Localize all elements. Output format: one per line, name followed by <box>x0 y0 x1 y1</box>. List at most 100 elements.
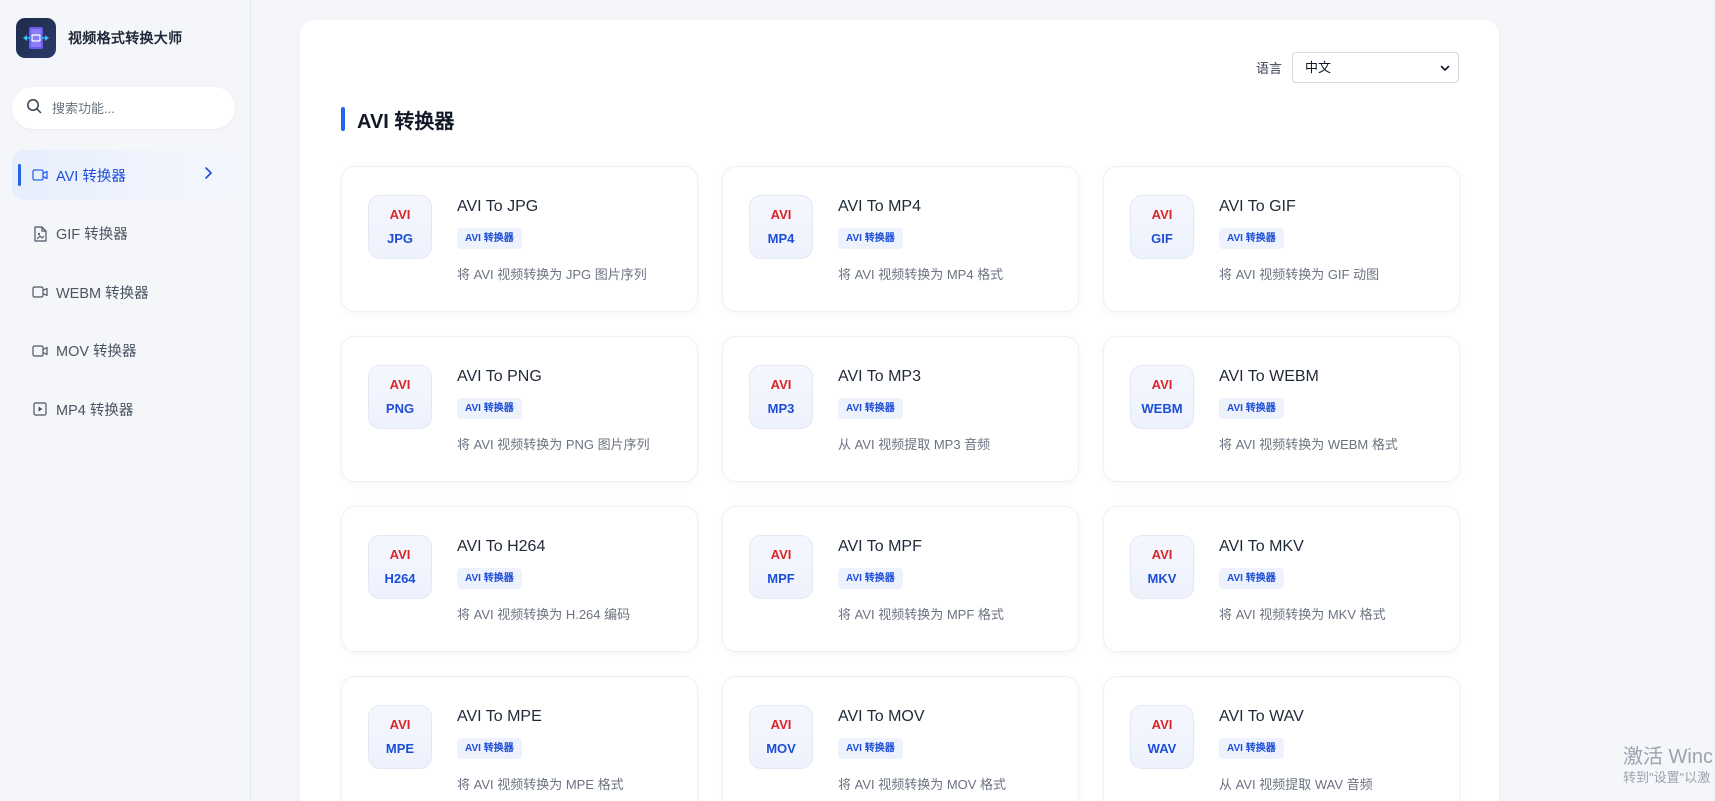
card-title: AVI To PNG <box>457 368 542 385</box>
converter-card[interactable]: AVI MPE AVI To MPE AVI 转换器将 AVI 视频转换为 MPE 格… <box>341 676 698 801</box>
card-tag: AVI 转换器 <box>457 738 522 759</box>
card-title: AVI To WEBM <box>1219 368 1319 385</box>
card-description: 将 AVI 视频转换为 MPF 格式 <box>838 607 1004 622</box>
from-format: AVI <box>389 207 411 222</box>
from-format: AVI <box>1151 207 1173 222</box>
from-format: AVI <box>1151 547 1173 562</box>
converter-card[interactable]: AVI JPG AVI To JPG AVI 转换器将 AVI 视频转换为 JPG 图… <box>341 166 698 312</box>
card-description: 将 AVI 视频转换为 MOV 格式 <box>838 777 1007 792</box>
sidebar-nav: AVI 转换器 GIF 转换器 WEBM 转换器 MOV 转换器 MP4 转换器 <box>12 150 235 443</box>
card-title: AVI To MPE <box>457 708 542 725</box>
main-panel: 语言 中文 AVI 转换器 AVI JPG AVI To JPG AVI 转换器将 A… <box>300 20 1499 801</box>
card-description: 将 AVI 视频转换为 MP4 格式 <box>838 267 1004 282</box>
from-format: AVI <box>770 207 792 222</box>
app-title: 视频格式转换大师 <box>68 30 183 46</box>
card-title: AVI To GIF <box>1219 198 1296 215</box>
language-selector: 语言 中文 <box>1256 52 1459 83</box>
card-title: AVI To H264 <box>457 538 546 555</box>
card-description: 将 AVI 视频转换为 JPG 图片序列 <box>457 267 647 282</box>
sidebar-item-avi[interactable]: AVI 转换器 <box>12 150 235 200</box>
to-format: GIF <box>1151 231 1173 246</box>
sidebar-item-mov[interactable]: MOV 转换器 <box>12 326 235 376</box>
format-badge-icon: AVI MP4 <box>749 195 813 259</box>
page-title: AVI 转换器 <box>341 106 455 133</box>
chevron-right-icon <box>203 166 213 184</box>
card-description: 将 AVI 视频转换为 GIF 动图 <box>1219 267 1380 282</box>
windows-activation-watermark: 激活 Winc 转到"设置"以激 <box>1623 745 1713 787</box>
sidebar: 视频格式转换大师 AVI 转换器 <box>0 0 251 801</box>
format-badge-icon: AVI MKV <box>1130 535 1194 599</box>
from-format: AVI <box>770 717 792 732</box>
format-badge-icon: AVI WAV <box>1130 705 1194 769</box>
language-label: 语言 <box>1255 61 1282 76</box>
to-format: H264 <box>384 571 416 586</box>
search-icon <box>26 98 42 119</box>
converter-card[interactable]: AVI WAV AVI To WAV AVI 转换器从 AVI 视频提取 WAV 音频 <box>1103 676 1460 801</box>
from-format: AVI <box>770 547 792 562</box>
brand[interactable]: 视频格式转换大师 <box>16 18 182 58</box>
card-tag: AVI 转换器 <box>457 228 522 249</box>
card-tag: AVI 转换器 <box>1219 228 1284 249</box>
format-badge-icon: AVI MPE <box>368 705 432 769</box>
converter-card[interactable]: AVI MKV AVI To MKV AVI 转换器将 AVI 视频转换为 MKV 格… <box>1103 506 1460 652</box>
card-title: AVI To MPF <box>838 538 922 555</box>
converter-card[interactable]: AVI MP4 AVI To MP4 AVI 转换器将 AVI 视频转换为 MP4 格… <box>722 166 1079 312</box>
watermark-line-2: 转到"设置"以激 <box>1623 770 1711 785</box>
format-badge-icon: AVI MOV <box>749 705 813 769</box>
to-format: JPG <box>386 231 413 246</box>
card-description: 从 AVI 视频提取 WAV 音频 <box>1219 777 1373 792</box>
sidebar-item-mp4[interactable]: MP4 转换器 <box>12 384 235 434</box>
format-badge-icon: AVI GIF <box>1130 195 1194 259</box>
converter-card[interactable]: AVI WEBM AVI To WEBM AVI 转换器将 AVI 视频转换为 WEB… <box>1103 336 1460 482</box>
search-box[interactable] <box>12 87 235 129</box>
language-select-wrapper: 中文 <box>1292 52 1459 83</box>
video-icon <box>32 167 48 183</box>
from-format: AVI <box>389 377 411 392</box>
to-format: PNG <box>385 401 415 416</box>
to-format: MPF <box>767 571 795 586</box>
converter-grid: AVI JPG AVI To JPG AVI 转换器将 AVI 视频转换为 JPG 图… <box>341 166 1460 801</box>
card-tag: AVI 转换器 <box>838 568 903 589</box>
from-format: AVI <box>1151 377 1173 392</box>
converter-card[interactable]: AVI MOV AVI To MOV AVI 转换器将 AVI 视频转换为 MOV 格… <box>722 676 1079 801</box>
card-title: AVI To MKV <box>1219 538 1304 555</box>
card-tag: AVI 转换器 <box>1219 568 1284 589</box>
card-title: AVI To JPG <box>457 198 539 215</box>
converter-card[interactable]: AVI H264 AVI To H264 AVI 转换器将 AVI 视频转换为 H.2… <box>341 506 698 652</box>
to-format: WEBM <box>1141 401 1183 416</box>
card-description: 将 AVI 视频转换为 MKV 格式 <box>1219 607 1386 622</box>
converter-card[interactable]: AVI GIF AVI To GIF AVI 转换器将 AVI 视频转换为 GIF 动… <box>1103 166 1460 312</box>
to-format: MOV <box>766 741 796 756</box>
card-description: 将 AVI 视频转换为 H.264 编码 <box>457 607 631 622</box>
to-format: WAV <box>1147 741 1177 756</box>
card-tag: AVI 转换器 <box>457 398 522 419</box>
sidebar-item-label: MOV 转换器 <box>56 344 137 360</box>
card-description: 从 AVI 视频提取 MP3 音频 <box>838 437 991 452</box>
app-logo-icon <box>16 18 56 58</box>
converter-card[interactable]: AVI MPF AVI To MPF AVI 转换器将 AVI 视频转换为 MPF 格… <box>722 506 1079 652</box>
converter-card[interactable]: AVI MP3 AVI To MP3 AVI 转换器从 AVI 视频提取 MP3 音频 <box>722 336 1079 482</box>
card-title: AVI To MOV <box>838 708 925 725</box>
sidebar-item-label: AVI 转换器 <box>56 168 126 185</box>
sidebar-item-webm[interactable]: WEBM 转换器 <box>12 267 235 317</box>
sidebar-item-label: WEBM 转换器 <box>56 285 149 302</box>
title-accent-bar <box>341 107 345 131</box>
card-tag: AVI 转换器 <box>838 738 903 759</box>
card-title: AVI To MP3 <box>838 368 921 385</box>
card-title: AVI To WAV <box>1219 708 1304 725</box>
from-format: AVI <box>389 717 411 732</box>
format-badge-icon: AVI H264 <box>368 535 432 599</box>
converter-card[interactable]: AVI PNG AVI To PNG AVI 转换器将 AVI 视频转换为 PNG 图… <box>341 336 698 482</box>
page-title-text: AVI 转换器 <box>357 110 455 133</box>
sidebar-item-gif[interactable]: GIF 转换器 <box>12 209 235 259</box>
card-title: AVI To MP4 <box>838 198 921 215</box>
language-select[interactable]: 中文 <box>1292 52 1459 83</box>
play-square-icon <box>32 401 48 417</box>
sidebar-item-label: MP4 转换器 <box>56 402 134 419</box>
search-input[interactable] <box>52 100 222 116</box>
card-tag: AVI 转换器 <box>838 398 903 419</box>
card-tag: AVI 转换器 <box>838 228 903 249</box>
to-format: MP4 <box>767 231 795 246</box>
from-format: AVI <box>1151 717 1173 732</box>
file-image-icon <box>32 225 48 242</box>
